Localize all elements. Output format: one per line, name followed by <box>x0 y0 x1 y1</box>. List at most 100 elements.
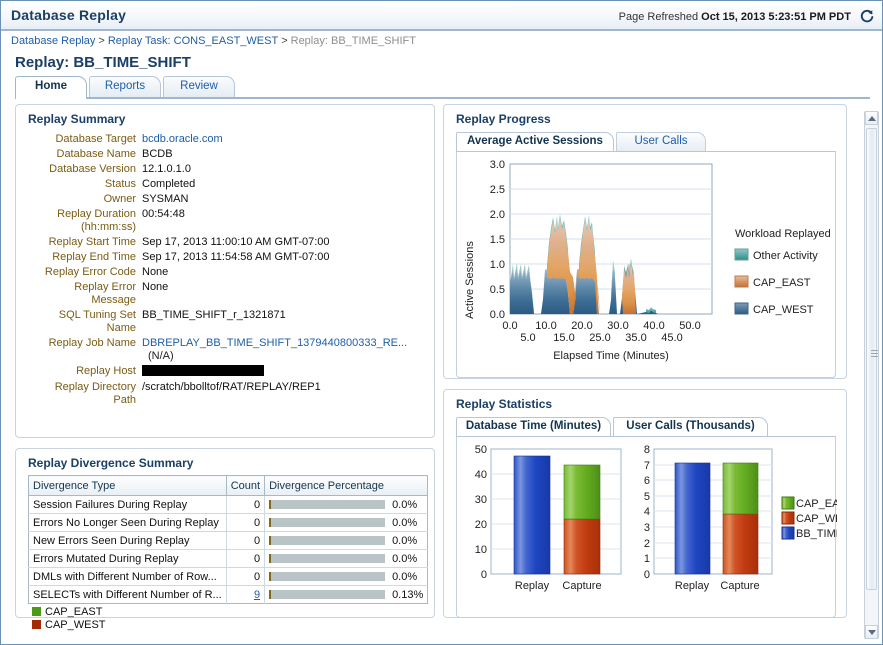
scroll-up-arrow[interactable] <box>865 111 878 125</box>
divergence-percent-label: 0.0% <box>392 516 418 529</box>
tab-aas-label: Average Active Sessions <box>467 135 603 147</box>
average-active-sessions-chart[interactable]: Active Sessions 3.0 2.5 2.0 1.5 1.0 0.5 … <box>456 152 836 378</box>
user-calls-bar-capture-cap-east <box>722 462 759 515</box>
db-time-xtick-capture: Capture <box>562 580 601 592</box>
divergence-percentage-cell: 0.0% <box>264 549 428 568</box>
summary-key: Replay Host <box>76 365 136 377</box>
tab-average-active-sessions[interactable]: Average Active Sessions <box>456 132 614 151</box>
divergence-col-percentage[interactable]: Divergence Percentage <box>264 475 428 496</box>
summary-row-replay-error-code: Replay Error Code None <box>16 265 434 280</box>
scrollbar-thumb[interactable] <box>866 128 878 590</box>
scroll-down-arrow[interactable] <box>865 625 878 639</box>
summary-row-sql-tuning-set-name: SQL Tuning Set Name BB_TIME_SHIFT_r_13218… <box>16 308 434 336</box>
left-column: Replay Summary Database Target bcdb.orac… <box>15 104 435 631</box>
vertical-scrollbar[interactable] <box>864 111 879 639</box>
tab-user-calls-thousands-label: User Calls (Thousands) <box>626 420 755 432</box>
replay-statistics-title: Replay Statistics <box>456 397 553 411</box>
divergence-title: Replay Divergence Summary <box>28 456 194 470</box>
divergence-percentage-cell: 0.0% <box>264 531 428 550</box>
replay-stats-svg: 50 40 30 20 10 0 Replay Capture 8 7 6 5 … <box>475 444 837 592</box>
user-calls-xtick-capture: Capture <box>720 580 759 592</box>
tab-database-time[interactable]: Database Time (Minutes) <box>456 417 611 436</box>
divergence-bar <box>269 536 386 545</box>
divergence-legend: CAP_EAST CAP_WEST <box>32 606 434 632</box>
summary-value: None <box>142 266 169 278</box>
summary-value: DBREPLAY_BB_TIME_SHIFT_1379440800333_RE.… <box>142 336 434 364</box>
divergence-header-row: Divergence Type Count Divergence Percent… <box>28 475 428 496</box>
divergence-percent-label: 0.0% <box>392 534 418 547</box>
aas-legend-swatch-other <box>734 248 749 261</box>
aas-legend-label-cap-west: CAP_WEST <box>753 304 814 316</box>
divergence-bar <box>269 518 386 527</box>
tab-review[interactable]: Review <box>163 76 235 97</box>
summary-key: Replay Start Time <box>48 236 136 248</box>
svg-text:45.0: 45.0 <box>661 332 682 344</box>
aas-legend-label-cap-east: CAP_EAST <box>753 277 811 289</box>
summary-row-replay-start-time: Replay Start Time Sep 17, 2013 11:00:10 … <box>16 235 434 250</box>
svg-text:1: 1 <box>644 553 650 565</box>
summary-value: 12.1.0.1.0 <box>142 163 191 175</box>
divergence-type: Errors Mutated During Replay <box>28 549 227 568</box>
legend-item-cap-west: CAP_WEST <box>32 619 434 632</box>
refresh-icon[interactable] <box>860 9 874 26</box>
database-target-link[interactable]: bcdb.oracle.com <box>142 133 223 145</box>
replay-job-name-link[interactable]: DBREPLAY_BB_TIME_SHIFT_1379440800333_RE.… <box>142 337 407 349</box>
summary-value: /scratch/bbolltof/RAT/REPLAY/REP1 <box>142 381 321 393</box>
svg-text:40: 40 <box>475 469 487 481</box>
divergence-col-type[interactable]: Divergence Type <box>28 475 227 496</box>
summary-key: Replay Directory Path <box>54 381 136 406</box>
breadcrumb-item-1[interactable]: Replay Task: CONS_EAST_WEST <box>108 35 278 47</box>
svg-text:15.0: 15.0 <box>553 332 574 344</box>
tab-user-calls-thousands[interactable]: User Calls (Thousands) <box>613 417 768 436</box>
table-row: Session Failures During Replay 0 0.0% <box>28 495 428 514</box>
page-refreshed-status: Page Refreshed Oct 15, 2013 5:23:51 PM PD… <box>619 9 874 26</box>
stats-legend-swatch-cap-west <box>781 511 795 525</box>
summary-key: Replay Duration (hh:mm:ss) <box>57 208 136 233</box>
table-row: Errors Mutated During Replay 0 0.0% <box>28 549 428 568</box>
stats-legend-label-bb-time-shift: BB_TIME_SHI... <box>796 528 837 540</box>
svg-text:10.0: 10.0 <box>535 320 556 332</box>
user-calls-bar-replay <box>674 462 711 575</box>
breadcrumb-item-0[interactable]: Database Replay <box>11 35 95 47</box>
db-time-bar-capture-cap-west <box>563 518 601 575</box>
svg-text:7: 7 <box>644 460 650 472</box>
summary-row-replay-error-message: Replay Error Message None <box>16 280 434 308</box>
divergence-count: 9 <box>226 585 266 604</box>
divergence-type: New Errors Seen During Replay <box>28 531 227 550</box>
summary-row-database-target: Database Target bcdb.oracle.com <box>16 132 434 147</box>
summary-key: Replay End Time <box>52 251 136 263</box>
divergence-col-count[interactable]: Count <box>226 475 266 496</box>
breadcrumb-separator-0: > <box>98 35 105 47</box>
aas-legend-label-other: Other Activity <box>753 250 818 262</box>
summary-row-replay-host: Replay Host <box>16 364 434 380</box>
summary-key: Replay Job Name <box>48 337 136 349</box>
legend-label-cap-east: CAP_EAST <box>45 606 103 618</box>
svg-text:8: 8 <box>644 444 650 456</box>
summary-value: BB_TIME_SHIFT_r_1321871 <box>142 309 286 321</box>
svg-text:1.5: 1.5 <box>490 234 505 246</box>
replay-divergence-summary-panel: Replay Divergence Summary Divergence Typ… <box>15 448 435 631</box>
divergence-count: 0 <box>226 567 266 586</box>
tab-home[interactable]: Home <box>15 76 87 99</box>
replay-statistics-charts[interactable]: 50 40 30 20 10 0 Replay Capture 8 7 6 5 … <box>456 437 837 618</box>
divergence-count-link[interactable]: 9 <box>254 589 260 601</box>
tab-review-label: Review <box>180 80 218 92</box>
tab-reports[interactable]: Reports <box>89 76 161 97</box>
summary-row-replay-job-name: Replay Job Name DBREPLAY_BB_TIME_SHIFT_1… <box>16 336 434 364</box>
divergence-type: DMLs with Different Number of Row... <box>28 567 227 586</box>
replay-stats-legend: CAP_EAST CAP_WEST BB_TIME_SHI... <box>781 496 837 540</box>
svg-text:0.5: 0.5 <box>490 284 505 296</box>
page-content: Replay Summary Database Target bcdb.orac… <box>1 98 882 631</box>
svg-text:50: 50 <box>475 444 487 456</box>
summary-key: SQL Tuning Set Name <box>58 309 136 334</box>
summary-key: Status <box>104 178 136 190</box>
tab-user-calls[interactable]: User Calls <box>616 132 706 151</box>
stats-legend-swatch-bb-time-shift <box>781 526 795 540</box>
svg-text:5.0: 5.0 <box>520 332 535 344</box>
database-time-chart: 50 40 30 20 10 0 Replay Capture <box>475 444 622 592</box>
replay-summary-table: Database Target bcdb.oracle.com Database… <box>16 132 434 408</box>
table-row: SELECTs with Different Number of R... 9 … <box>28 585 428 604</box>
chevron-down-icon <box>867 630 876 635</box>
breadcrumb-item-2: Replay: BB_TIME_SHIFT <box>290 35 416 47</box>
svg-text:3.0: 3.0 <box>490 159 505 171</box>
